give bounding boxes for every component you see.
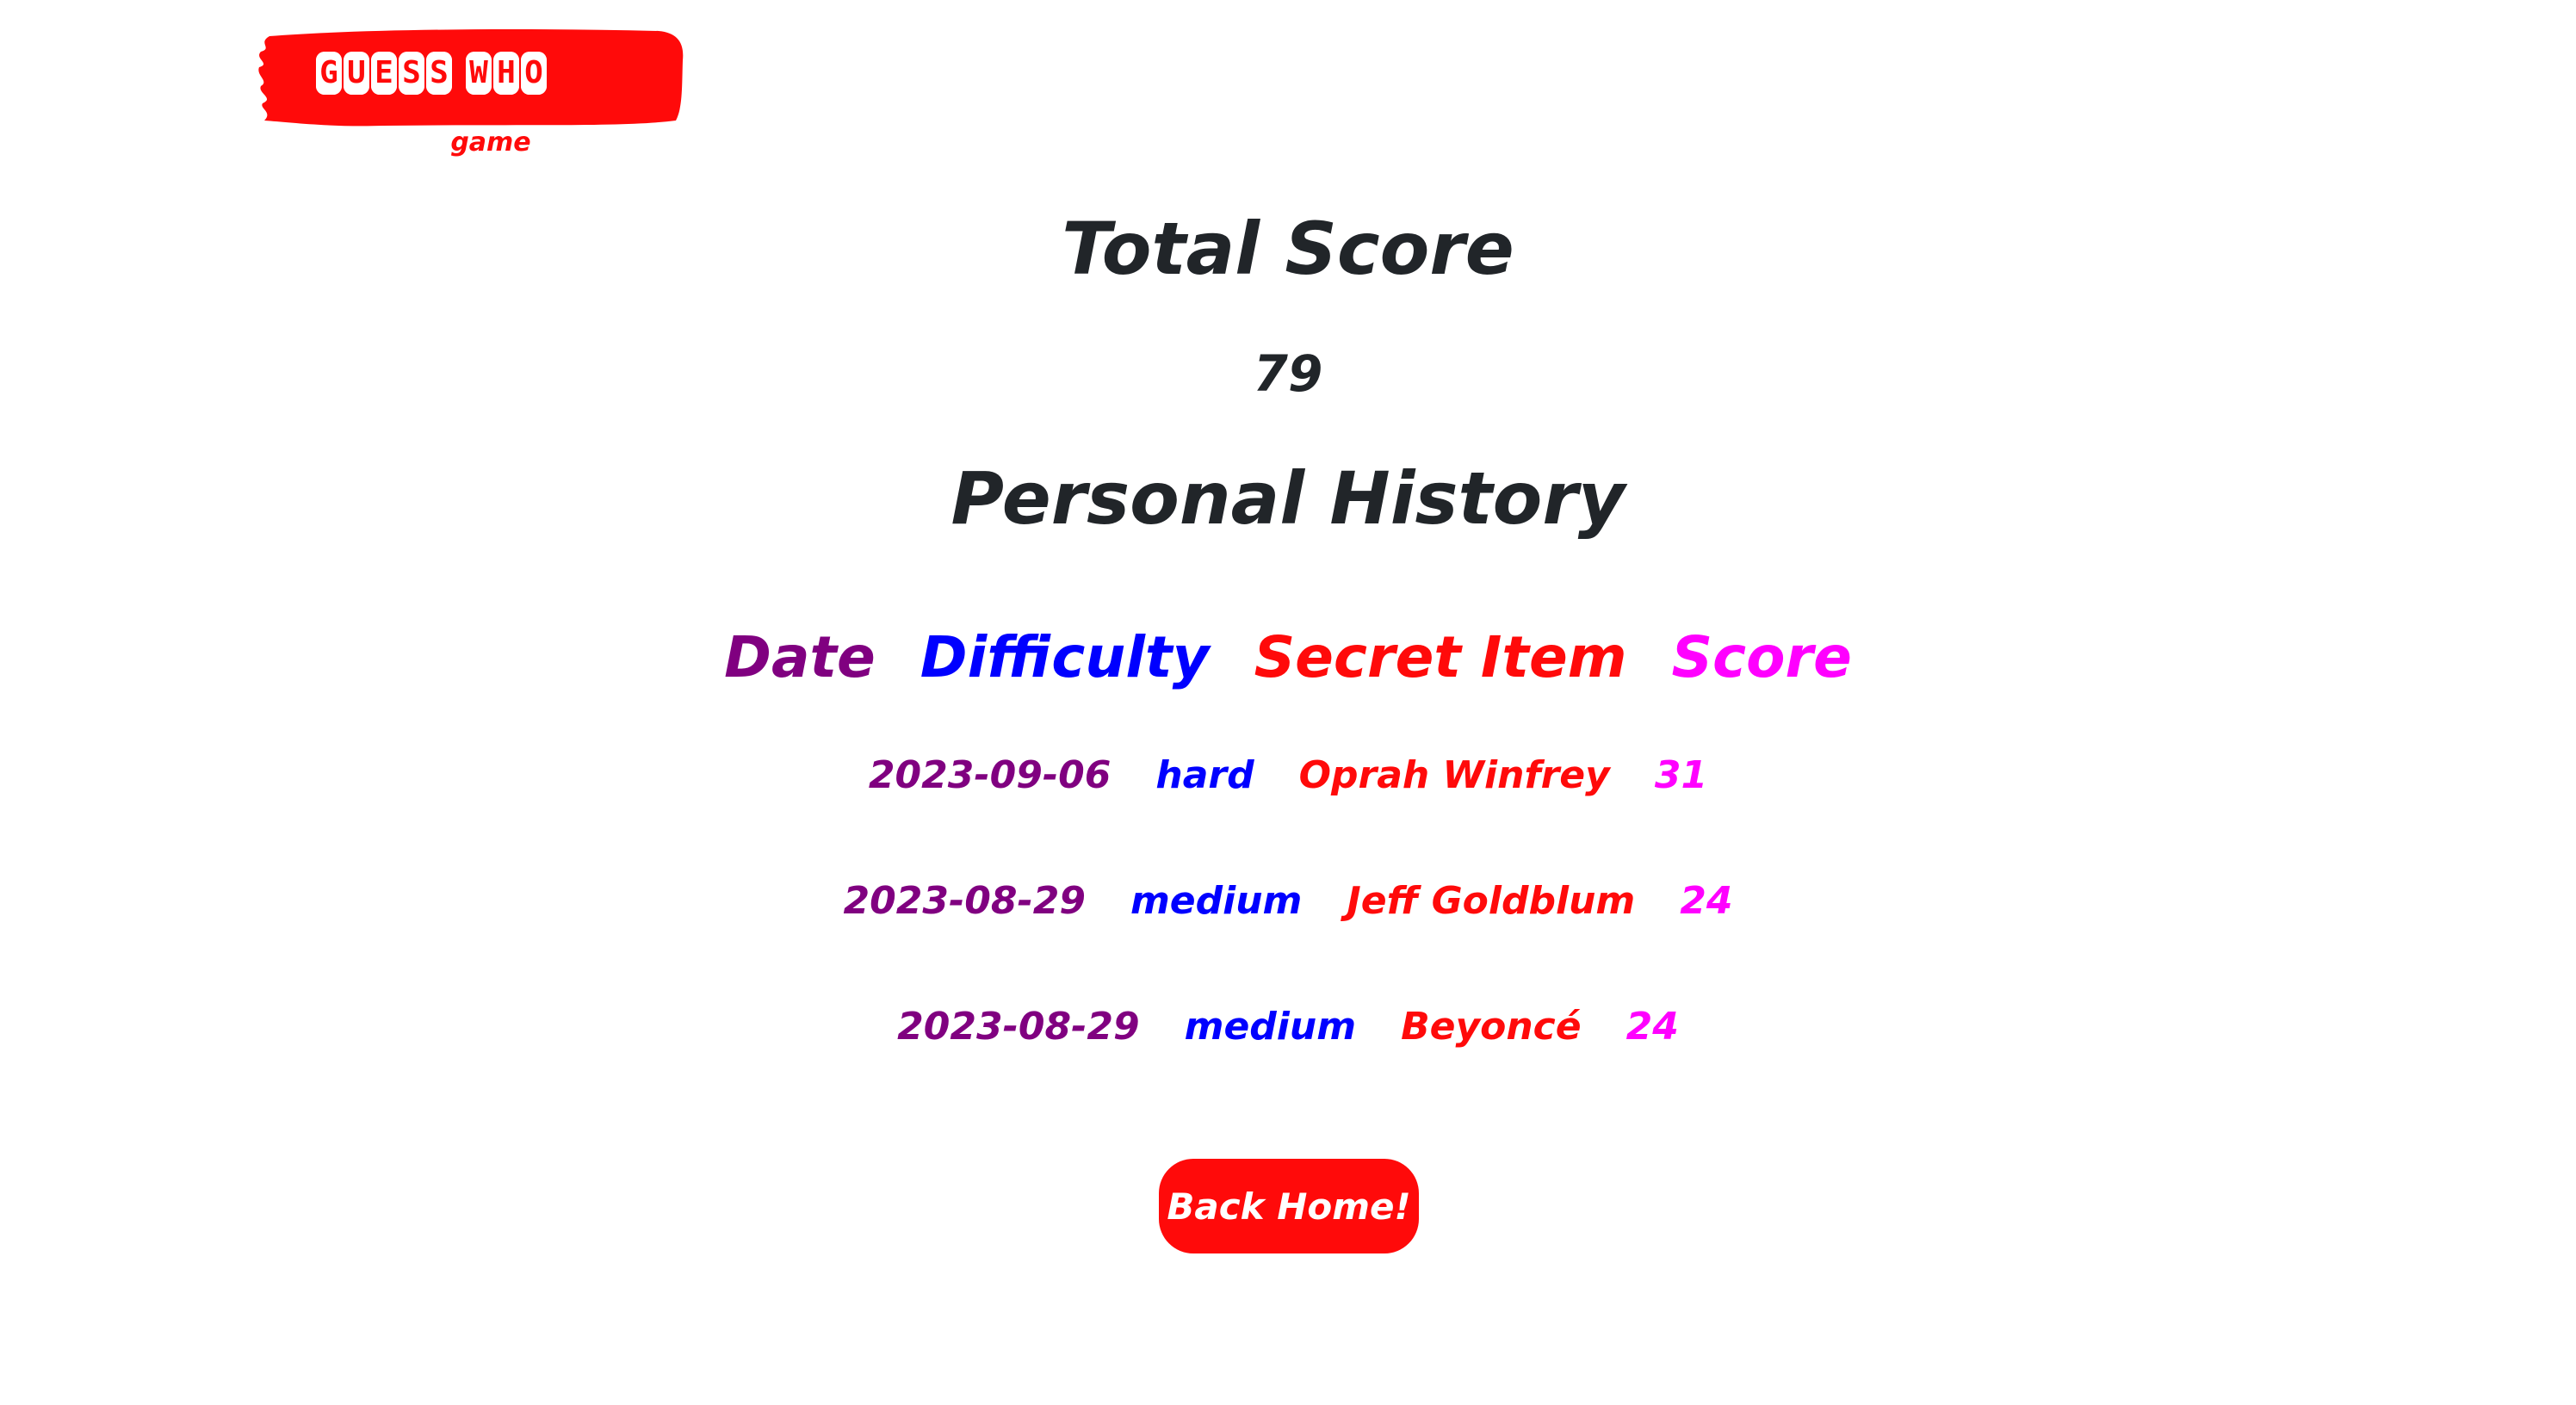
logo-letter: S — [426, 52, 452, 95]
history-secret-item: Jeff Goldblum — [1347, 879, 1636, 923]
back-home-button[interactable]: Back Home! — [1159, 1159, 1419, 1253]
history-score: 24 — [1680, 879, 1733, 923]
column-header-difficulty: Difficulty — [920, 624, 1210, 690]
history-row: 2023-08-29 medium Beyoncé 24 — [0, 1005, 2576, 1049]
history-difficulty: medium — [1130, 879, 1303, 923]
logo[interactable]: G U E S S W H O game — [254, 26, 684, 164]
personal-history-title: Personal History — [951, 456, 1625, 541]
column-header-secret-item: Secret Item — [1254, 624, 1627, 690]
history-score: 24 — [1625, 1005, 1679, 1049]
column-header-score: Score — [1671, 624, 1852, 690]
total-score-title: Total Score — [1062, 207, 1514, 291]
history-row: 2023-09-06 hard Oprah Winfrey 31 — [0, 753, 2576, 797]
logo-letter: S — [399, 52, 424, 95]
logo-subtitle: game — [450, 127, 531, 158]
logo-letter: H — [493, 52, 519, 95]
logo-letter: O — [521, 52, 547, 95]
history-date: 2023-08-29 — [843, 879, 1086, 923]
history-difficulty: hard — [1155, 753, 1254, 797]
logo-letter: E — [371, 52, 397, 95]
history-secret-item: Oprah Winfrey — [1298, 753, 1610, 797]
logo-letter: W — [466, 52, 492, 95]
history-row: 2023-08-29 medium Jeff Goldblum 24 — [0, 879, 2576, 923]
history-date: 2023-08-29 — [897, 1005, 1140, 1049]
history-date: 2023-09-06 — [868, 753, 1112, 797]
history-score: 31 — [1654, 753, 1708, 797]
logo-letter: U — [344, 52, 369, 95]
history-header-row: Date Difficulty Secret Item Score — [0, 624, 2576, 690]
logo-letter: G — [316, 52, 342, 95]
history-difficulty: medium — [1184, 1005, 1357, 1049]
logo-wordmark: G U E S S W H O — [316, 52, 548, 95]
column-header-date: Date — [724, 624, 876, 690]
total-score-value: 79 — [1253, 344, 1323, 403]
history-secret-item: Beyoncé — [1401, 1005, 1582, 1049]
